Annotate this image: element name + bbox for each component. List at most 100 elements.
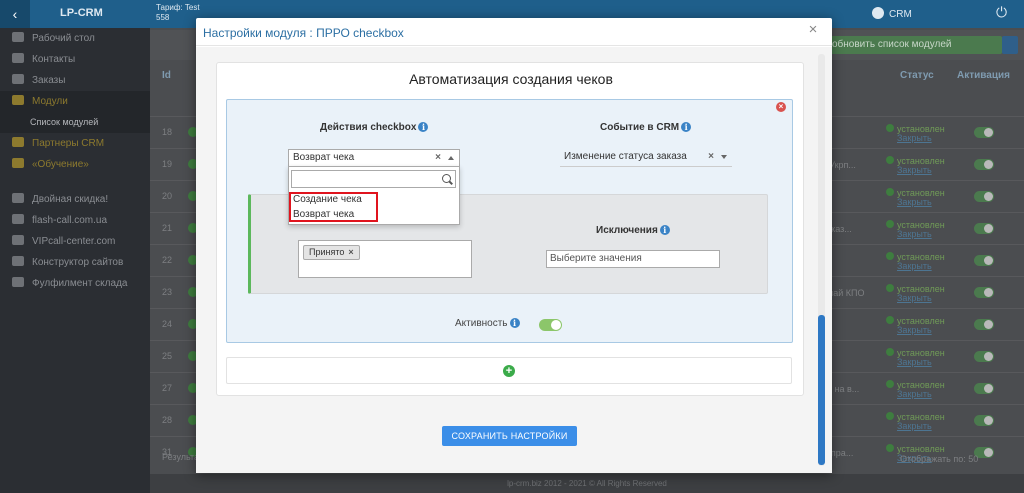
event-select[interactable]: Изменение статуса заказа ×	[560, 149, 732, 167]
row-activation-toggle[interactable]	[974, 351, 994, 362]
back-arrow-icon[interactable]: ‹	[0, 0, 30, 28]
sidebar-item-double-discount[interactable]: Двойная скидка!	[0, 189, 150, 210]
remove-tag-icon[interactable]: ×	[348, 247, 353, 257]
clear-icon[interactable]: ×	[435, 150, 441, 166]
phone-icon	[12, 235, 24, 245]
video-icon	[12, 158, 24, 168]
sidebar: Рабочий стол Контакты Заказы Модули Спис…	[0, 28, 150, 493]
close-icon[interactable]: ×	[804, 21, 822, 39]
sidebar-item-contacts[interactable]: Контакты	[0, 49, 150, 70]
row-status-link[interactable]: Закрыть	[886, 293, 932, 303]
row-status: установлен Закрыть	[886, 252, 945, 271]
modal-header: Настройки модуля : ПРРО checkbox ×	[196, 18, 832, 46]
info-icon[interactable]: i	[659, 225, 670, 235]
row-status-link[interactable]: Закрыть	[886, 325, 932, 335]
row-status: установлен Закрыть	[886, 220, 945, 239]
row-status-link[interactable]: Закрыть	[886, 421, 932, 431]
info-icon[interactable]: i	[509, 318, 520, 328]
logo: LP-CRM	[60, 7, 103, 19]
info-icon[interactable]: i	[418, 122, 429, 132]
row-status: установлен Закрыть	[886, 156, 945, 175]
info-icon[interactable]: i	[681, 122, 692, 132]
row-activation-toggle[interactable]	[974, 159, 994, 170]
section-title: Автоматизация создания чеков	[409, 71, 613, 87]
clear-icon[interactable]: ×	[708, 149, 714, 165]
sidebar-item-desktop[interactable]: Рабочий стол	[0, 28, 150, 49]
row-id: 28	[162, 415, 173, 425]
sidebar-item-vipcall[interactable]: VIPcall-center.com	[0, 231, 150, 252]
row-status-link[interactable]: Закрыть	[886, 229, 932, 239]
sidebar-item-flash-call[interactable]: flash-call.com.ua	[0, 210, 150, 231]
search-icon	[442, 174, 451, 183]
row-status: установлен Закрыть	[886, 188, 945, 207]
tariff-info: Тариф: Test 558	[156, 3, 200, 22]
row-id: 24	[162, 319, 173, 329]
row-status: установлен Закрыть	[886, 124, 945, 143]
thumbs-up-icon	[12, 193, 24, 203]
row-status-link[interactable]: Закрыть	[886, 261, 932, 271]
modal-title: Настройки модуля : ПРРО checkbox	[203, 26, 404, 40]
per-page-select[interactable]: Отображать по: 50	[900, 454, 978, 464]
sidebar-item-modules[interactable]: Модули	[0, 91, 150, 112]
row-id: 19	[162, 159, 173, 169]
power-icon	[12, 256, 24, 266]
row-id: 20	[162, 191, 173, 201]
row-status: установлен Закрыть	[886, 412, 945, 431]
save-settings-button[interactable]: СОХРАНИТЬ НАСТРОЙКИ	[442, 426, 577, 446]
row-status: установлен Закрыть	[886, 284, 945, 303]
column-header-status[interactable]: Статус	[900, 70, 934, 81]
row-status-link[interactable]: Закрыть	[886, 165, 932, 175]
row-id: 27	[162, 383, 173, 393]
sidebar-item-orders[interactable]: Заказы	[0, 70, 150, 91]
row-activation-toggle[interactable]	[974, 319, 994, 330]
row-activation-toggle[interactable]	[974, 287, 994, 298]
refresh-modules-button[interactable]: обновить список модулей	[826, 36, 1002, 54]
column-header-id[interactable]: Id	[162, 70, 171, 81]
activity-toggle[interactable]	[539, 319, 562, 331]
add-rule-icon[interactable]: +	[503, 365, 515, 377]
sidebar-item-training[interactable]: «Обучение»	[0, 154, 150, 175]
row-id: 23	[162, 287, 173, 297]
row-status: установлен Закрыть	[886, 380, 945, 399]
document-icon[interactable]	[1002, 36, 1018, 54]
power-icon[interactable]: ⏻	[996, 4, 1007, 21]
row-activation-toggle[interactable]	[974, 191, 994, 202]
row-status: установлен Закрыть	[886, 316, 945, 335]
row-activation-toggle[interactable]	[974, 127, 994, 138]
sidebar-item-partners[interactable]: Партнеры CRM	[0, 133, 150, 154]
orders-icon	[12, 74, 24, 84]
sidebar-item-module-list[interactable]: Список модулей	[0, 112, 150, 133]
column-header-activation[interactable]: Активация	[957, 70, 1010, 81]
status-tag: Принято ×	[303, 245, 360, 260]
dropdown-search-input[interactable]	[291, 170, 456, 188]
event-label: Событие в CRM i	[600, 122, 692, 133]
actions-label: Действия checkbox i	[320, 122, 429, 133]
row-activation-toggle[interactable]	[974, 255, 994, 266]
user-menu[interactable]: CRM	[872, 7, 912, 20]
phone-icon	[12, 214, 24, 224]
partners-icon	[12, 137, 24, 147]
row-status-link[interactable]: Закрыть	[886, 133, 932, 143]
action-select[interactable]: Возврат чека ×	[288, 149, 460, 167]
monitor-icon	[12, 32, 24, 42]
chevron-up-icon	[448, 156, 454, 160]
status-multiselect[interactable]: Принято ×	[298, 240, 472, 278]
row-activation-toggle[interactable]	[974, 383, 994, 394]
contacts-icon	[12, 53, 24, 63]
scrollbar-thumb[interactable]	[818, 315, 825, 465]
power-icon	[12, 277, 24, 287]
exclusions-input[interactable]: Выберите значения	[546, 250, 720, 268]
row-status-link[interactable]: Закрыть	[886, 197, 932, 207]
sidebar-item-fulfillment[interactable]: Фулфилмент склада	[0, 273, 150, 294]
exclusions-label: Исключения i	[596, 225, 670, 236]
row-activation-toggle[interactable]	[974, 415, 994, 426]
remove-rule-icon[interactable]: ×	[776, 102, 786, 112]
user-icon	[872, 7, 884, 19]
row-id: 21	[162, 223, 173, 233]
row-status-link[interactable]: Закрыть	[886, 389, 932, 399]
row-status: установлен Закрыть	[886, 348, 945, 367]
row-id: 22	[162, 255, 173, 265]
row-status-link[interactable]: Закрыть	[886, 357, 932, 367]
row-activation-toggle[interactable]	[974, 223, 994, 234]
sidebar-item-site-builder[interactable]: Конструктор сайтов	[0, 252, 150, 273]
